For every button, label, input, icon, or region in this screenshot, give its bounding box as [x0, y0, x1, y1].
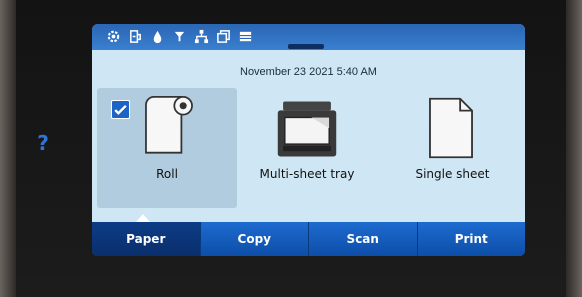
status-pull-tab[interactable]	[288, 44, 324, 49]
tray-icon	[277, 101, 337, 157]
ink-icon[interactable]	[150, 29, 165, 44]
selection-pointer	[136, 214, 150, 222]
tab-scan[interactable]: Scan	[309, 222, 418, 256]
tab-paper[interactable]: Paper	[92, 222, 201, 256]
tab-copy[interactable]: Copy	[200, 222, 309, 256]
bottom-tab-bar: Paper Copy Scan Print	[92, 222, 525, 256]
storage-icon[interactable]	[238, 29, 253, 44]
tile-label-multi-sheet-tray: Multi-sheet tray	[259, 167, 355, 181]
tile-label-roll: Roll	[156, 167, 178, 181]
copy-status-icon[interactable]	[216, 29, 231, 44]
checkmark-icon	[114, 104, 127, 115]
connectivity-icon[interactable]	[194, 29, 209, 44]
help-button[interactable]: ?	[33, 131, 53, 155]
tile-roll[interactable]: Roll	[97, 88, 237, 208]
roll-icon	[145, 96, 193, 154]
tile-multi-sheet-tray[interactable]: Multi-sheet tray	[242, 88, 372, 208]
printhead-icon[interactable]	[172, 29, 187, 44]
single-sheet-icon	[429, 97, 473, 159]
checkbox-selected	[111, 100, 130, 119]
printer-body-left	[0, 0, 16, 297]
tab-print[interactable]: Print	[417, 222, 525, 256]
printer-body-right	[566, 0, 582, 297]
network-icon[interactable]	[128, 29, 143, 44]
settings-icon[interactable]	[106, 29, 121, 44]
date-time: November 23 2021 5:40 AM	[240, 66, 377, 78]
status-bar[interactable]	[92, 24, 525, 50]
control-panel-screen: November 23 2021 5:40 AM Roll Multi-shee…	[92, 24, 525, 256]
tile-label-single-sheet: Single sheet	[415, 167, 490, 181]
tile-single-sheet[interactable]: Single sheet	[380, 88, 525, 208]
